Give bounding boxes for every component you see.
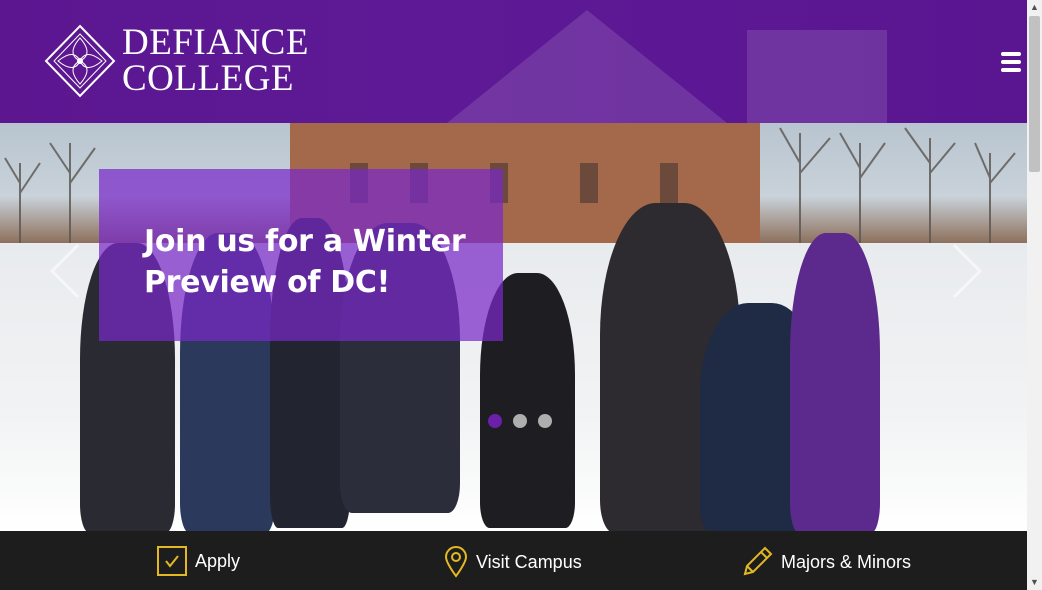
site-header: DEFIANCE COLLEGE <box>0 0 1027 123</box>
majors-minors-label: Majors & Minors <box>781 551 912 572</box>
hero-caption-text: Join us for a Winter Preview of DC! <box>144 224 466 300</box>
carousel-dot-3[interactable] <box>538 414 552 428</box>
vertical-scrollbar[interactable]: ▲ ▼ <box>1027 0 1042 590</box>
apply-link[interactable]: Apply <box>157 546 240 576</box>
visit-campus-link[interactable]: Visit Campus <box>444 546 582 578</box>
scroll-up-icon[interactable]: ▲ <box>1027 0 1042 15</box>
scrollbar-thumb[interactable] <box>1029 16 1040 172</box>
visit-campus-label: Visit Campus <box>476 551 582 572</box>
carousel-next-button[interactable] <box>946 241 986 301</box>
majors-minors-link[interactable]: Majors & Minors <box>741 546 911 578</box>
logo-emblem-icon <box>44 24 116 98</box>
quick-links-bar: Apply Visit Campus Majors & Minors <box>0 531 1027 590</box>
logo-line-1: DEFIANCE <box>122 21 309 63</box>
logo-line-2: COLLEGE <box>122 58 295 99</box>
college-logo[interactable]: DEFIANCE COLLEGE <box>44 24 309 98</box>
chevron-left-icon <box>49 243 80 299</box>
hero-carousel: Join us for a Winter Preview of DC! <box>0 123 1027 531</box>
carousel-indicators <box>488 414 552 428</box>
page: DEFIANCE COLLEGE Join us for a Winter Pr… <box>0 0 1042 590</box>
hamburger-menu-icon[interactable] <box>1001 52 1021 74</box>
chevron-right-icon <box>952 243 983 299</box>
pencil-icon <box>741 546 773 578</box>
map-pin-icon <box>444 546 468 578</box>
carousel-dot-1[interactable] <box>488 414 502 428</box>
logo-wordmark: DEFIANCE COLLEGE <box>122 21 309 99</box>
apply-label: Apply <box>195 550 241 571</box>
header-background-pattern <box>447 10 887 123</box>
photo-person <box>790 233 880 531</box>
hero-caption[interactable]: Join us for a Winter Preview of DC! <box>99 169 503 341</box>
carousel-dot-2[interactable] <box>513 414 527 428</box>
carousel-prev-button[interactable] <box>46 241 86 301</box>
scroll-down-icon[interactable]: ▼ <box>1027 575 1042 590</box>
checkbox-icon <box>157 546 187 576</box>
